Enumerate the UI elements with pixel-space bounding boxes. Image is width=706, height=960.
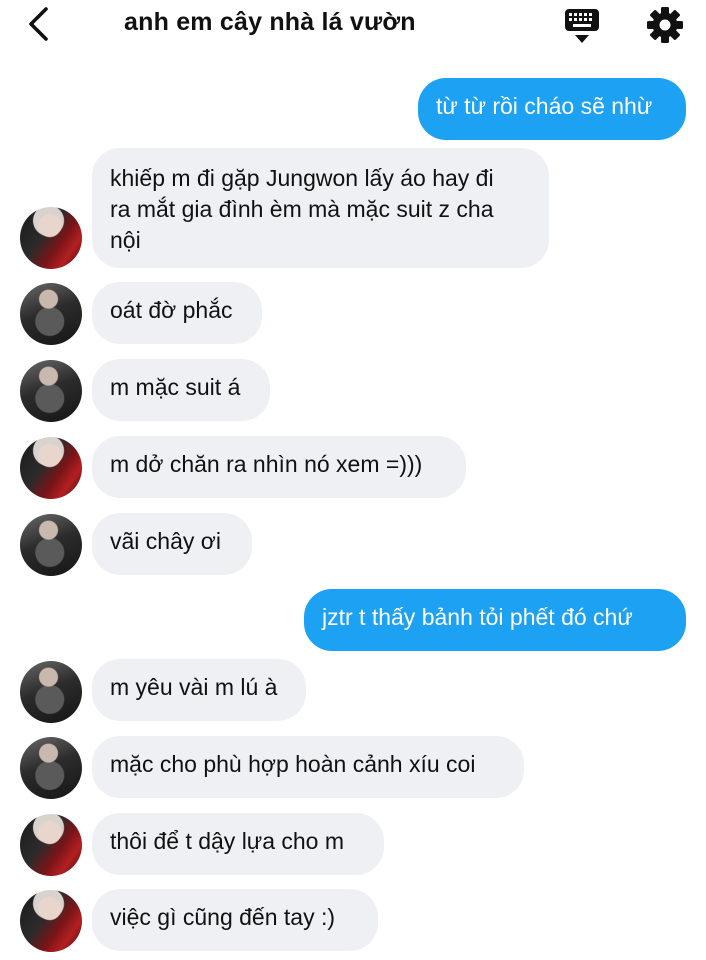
message-bubble-incoming[interactable]: m dở chăn ra nhìn nó xem =))) [92,436,466,498]
avatar[interactable] [20,207,82,269]
message-bubble-outgoing[interactable]: từ từ rồi cháo sẽ nhừ [418,78,686,140]
avatar[interactable] [20,737,82,799]
avatar[interactable] [20,283,82,345]
avatar[interactable] [20,360,82,422]
message-bubble-incoming[interactable]: việc gì cũng đến tay :) [92,889,378,951]
message-bubble-outgoing[interactable]: jztr t thấy bảnh tỏi phết đó chứ [304,589,686,651]
message-bubble-incoming[interactable]: m mặc suit á [92,359,270,421]
message-bubble-incoming[interactable]: oát đờ phắc [92,282,262,344]
keyboard-button[interactable] [562,6,602,46]
avatar[interactable] [20,661,82,723]
settings-button[interactable] [644,4,686,46]
gear-icon [647,7,683,43]
message-bubble-incoming[interactable]: thôi để t dậy lựa cho m [92,813,384,875]
back-button[interactable] [22,6,58,42]
avatar[interactable] [20,814,82,876]
chevron-left-icon [29,7,48,41]
message-bubble-incoming[interactable]: vãi châу ơi [92,513,252,575]
avatar[interactable] [20,514,82,576]
conversation-title: anh em cây nhà lá vườn [124,8,416,36]
keyboard-icon [565,9,599,43]
avatar[interactable] [20,437,82,499]
chat-screen: anh em cây nhà lá vườn từ từ rồi cháo sẽ… [0,0,706,960]
chat-header: anh em cây nhà lá vườn [0,0,706,50]
message-bubble-incoming[interactable]: mặc cho phù hợp hoàn cảnh xíu coi [92,736,524,798]
message-bubble-incoming[interactable]: khiếp m đi gặp Jungwon lấy áo hay đi ra … [92,148,549,268]
message-bubble-incoming[interactable]: m yêu vài m lú à [92,659,306,721]
avatar[interactable] [20,890,82,952]
